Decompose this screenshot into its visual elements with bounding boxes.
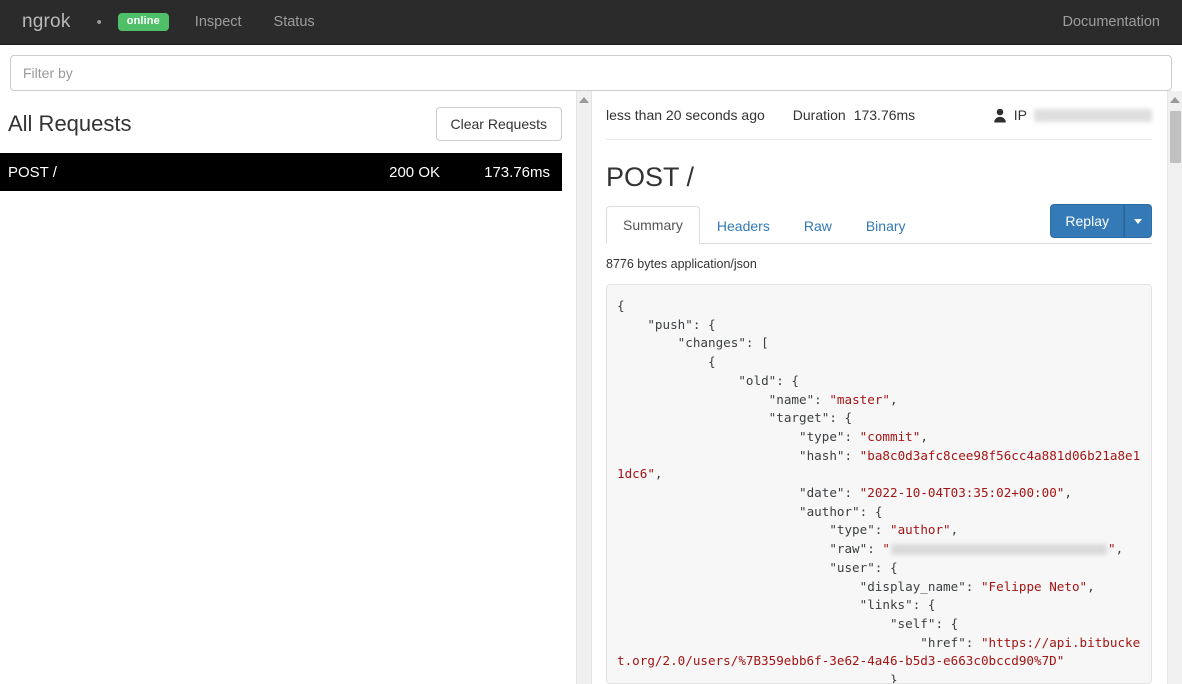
status-badge: online (117, 13, 169, 31)
request-meta-row: less than 20 seconds ago Duration 173.76… (606, 91, 1160, 139)
main-split: All Requests Clear Requests POST / 200 O… (0, 91, 1182, 684)
request-detail-panel: less than 20 seconds ago Duration 173.76… (592, 91, 1182, 684)
request-title: POST / (606, 162, 695, 192)
requests-panel: All Requests Clear Requests POST / 200 O… (0, 91, 592, 684)
scroll-up-arrow-icon[interactable] (579, 97, 589, 103)
client-ip: IP (993, 107, 1160, 123)
request-method-path: POST / (8, 163, 57, 181)
filter-input[interactable] (10, 55, 1172, 91)
request-timestamp: less than 20 seconds ago (606, 107, 765, 123)
clear-requests-button[interactable]: Clear Requests (435, 107, 562, 141)
person-icon (993, 108, 1007, 123)
request-status: 200 OK (389, 163, 440, 181)
json-body: { "push": { "changes": [ { "old": { "nam… (617, 298, 1141, 684)
nav-link-status[interactable]: Status (274, 14, 315, 30)
table-row[interactable]: POST / 200 OK 173.76ms (0, 153, 562, 191)
tab-summary[interactable]: Summary (606, 205, 700, 244)
replay-button-group: Replay (1050, 204, 1152, 238)
nav-link-documentation[interactable]: Documentation (1062, 14, 1160, 30)
duration-value: 173.76ms (853, 107, 916, 123)
nav-link-inspect[interactable]: Inspect (195, 14, 242, 30)
ip-value-redacted (1034, 108, 1152, 122)
requests-panel-header: All Requests Clear Requests (0, 91, 592, 153)
tab-binary[interactable]: Binary (849, 207, 923, 244)
detail-pane-scrollbar[interactable] (1167, 91, 1182, 684)
chevron-down-icon (1134, 218, 1142, 224)
tab-raw[interactable]: Raw (787, 207, 849, 244)
body-meta: 8776 bytes application/json (606, 257, 757, 271)
request-duration: 173.76ms (484, 163, 550, 181)
page-title: All Requests (8, 111, 132, 136)
filter-bar (0, 45, 1182, 91)
ip-label: IP (1013, 107, 1027, 123)
duration-label: Duration (792, 107, 846, 123)
request-detail-inner: less than 20 seconds ago Duration 173.76… (592, 91, 1182, 684)
scrollbar-thumb[interactable] (1170, 111, 1181, 163)
navbar-right: Documentation (1062, 0, 1160, 44)
top-navbar: ngrok • online Inspect Status Documentat… (0, 0, 1182, 45)
meta-divider (606, 139, 1152, 140)
response-body-viewer[interactable]: { "push": { "changes": [ { "old": { "nam… (606, 284, 1152, 684)
brand-logo[interactable]: ngrok (22, 11, 71, 33)
tab-headers[interactable]: Headers (700, 207, 787, 244)
left-pane-scrollbar[interactable] (576, 91, 592, 684)
detail-tabs: Summary Headers Raw Binary Replay (606, 204, 1152, 244)
status-separator-dot: • (96, 13, 102, 31)
replay-button[interactable]: Replay (1050, 204, 1124, 238)
scroll-up-arrow-icon[interactable] (1170, 97, 1180, 103)
replay-dropdown-toggle[interactable] (1124, 204, 1152, 238)
